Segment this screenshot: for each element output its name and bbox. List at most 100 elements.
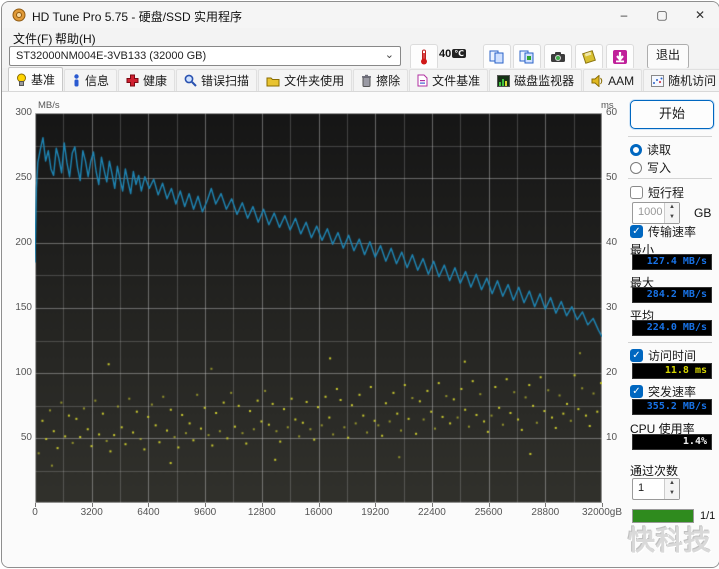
axis-tick-label: 40 [606,237,618,248]
short-stroke-checkbox[interactable] [630,186,643,199]
axis-tick-mark [602,503,603,507]
axis-tick-label: 22400 [417,507,446,518]
tab-benchmark[interactable]: 基准 [8,67,64,91]
stepper-down-icon[interactable]: ▼ [665,213,679,223]
max-value-display: 284.2 MB/s [632,287,712,303]
avg-value-display: 224.0 MB/s [632,320,712,336]
axis-tick-label: 150 [15,302,32,313]
folder-icon [266,77,280,86]
axis-tick-label: 60 [606,107,618,118]
screenshot-button[interactable] [544,44,572,70]
axis-tick-label: 300 [15,107,32,118]
exit-button[interactable]: 退出 [647,44,689,69]
magnifier-icon [184,74,197,87]
gb-unit-label: GB [694,206,712,220]
min-value-display: 127.4 MB/s [632,254,712,270]
burst-rate-checkbox[interactable]: ✓ [630,385,643,398]
axis-tick-mark [35,503,36,507]
tab-disk-monitor[interactable]: 磁盘监视器 [489,69,583,91]
transfer-rate-checkbox[interactable]: ✓ [630,225,643,238]
axis-tick-label: 100 [15,367,32,378]
pass-count-stepper[interactable]: 1 ▲ ▼ [632,478,680,500]
read-radio[interactable] [630,143,642,156]
trash-icon [362,74,372,87]
chevron-down-icon: ⌄ [384,49,394,61]
axis-tick-label: 200 [15,237,32,248]
copy-button[interactable] [483,44,511,70]
tab-file-benchmark[interactable]: 文件基准 [409,69,489,91]
download-icon [613,50,627,64]
stepper-down-icon[interactable]: ▼ [665,489,679,499]
temperature-button[interactable] [410,44,438,70]
cpu-usage-display: 1.4% [632,434,712,450]
thermometer-icon [421,49,427,65]
axis-tick-label: 28800 [531,507,560,518]
short-stroke-size-stepper[interactable]: 1000 ▲ ▼ [632,202,680,224]
camera-icon [551,52,565,62]
axis-tick-label: 20 [606,367,618,378]
stepper-up-icon[interactable]: ▲ [665,203,679,213]
speaker-icon [591,74,603,87]
transfer-rate-label: 传输速率 [648,225,697,239]
start-button[interactable]: 开始 [630,100,714,129]
axis-tick-label: 0 [32,507,38,518]
access-time-display: 11.8 ms [632,363,712,379]
access-time-label: 访问时间 [648,349,697,363]
close-icon[interactable]: ✕ [681,2,719,28]
axis-tick-label: 19200 [361,507,390,518]
copy-image-icon [519,50,534,64]
scatter-chart-icon [651,74,665,87]
tab-health[interactable]: 健康 [118,69,176,91]
minimize-icon[interactable]: – [605,2,643,28]
tab-erase[interactable]: 擦除 [353,69,409,91]
axis-tick-label: 10 [606,432,618,443]
write-label: 写入 [647,161,672,175]
burst-rate-display: 355.2 MB/s [632,399,712,415]
tab-aam[interactable]: AAM [583,69,643,91]
bulb-icon [17,73,26,86]
title-bar[interactable]: HD Tune Pro 5.75 - 硬盘/SSD 实用程序 – ▢ ✕ [2,2,719,28]
copy-image-button[interactable] [513,44,541,70]
read-label: 读取 [647,143,672,157]
access-time-checkbox[interactable]: ✓ [630,349,643,362]
benchmark-chart [35,113,602,503]
axis-tick-label: 25600 [474,507,503,518]
tab-random-access[interactable]: 随机访问 [643,69,719,91]
axis-tick-label: 250 [15,172,32,183]
health-cross-icon [126,74,139,87]
maximize-icon[interactable]: ▢ [643,2,681,28]
axis-tick-mark [261,503,263,507]
tab-strip: 基准 信息 健康 错误扫描 文件夹使用 擦除 文件基准 磁盘监视器 AAM 随机… [2,67,719,92]
tab-folder-usage[interactable]: 文件夹使用 [258,69,353,91]
axis-tick-mark [318,503,320,507]
info-icon [74,74,79,87]
axis-tick-mark [205,503,207,507]
axis-tick-label: 16000 [304,507,333,518]
tab-error-scan[interactable]: 错误扫描 [176,69,258,91]
drive-select[interactable]: ST32000NM004E-3VB133 (32000 GB) ⌄ [9,46,401,66]
left-axis-unit: MB/s [38,100,60,111]
download-button[interactable] [606,44,634,70]
tab-info[interactable]: 信息 [64,69,118,91]
stepper-up-icon[interactable]: ▲ [665,479,679,489]
axis-tick-mark [431,503,433,507]
pass-count-label: 通过次数 [630,464,679,478]
control-panel: 开始 读取 写入 短行程 1000 ▲ ▼ GB ✓ 传输速率 最小 127.4 … [624,92,718,567]
axis-tick-label: 50 [606,172,618,183]
burst-rate-label: 突发速率 [648,385,697,399]
write-radio[interactable] [630,161,642,174]
window-title: HD Tune Pro 5.75 - 硬盘/SSD 实用程序 [32,10,243,24]
toolbar: ST32000NM004E-3VB133 (32000 GB) ⌄ 40 ℃ 退出 [2,44,719,70]
chart-area [35,113,602,503]
short-stroke-label: 短行程 [648,186,685,200]
drive-select-value: ST32000NM004E-3VB133 (32000 GB) [16,50,207,62]
axis-tick-label: 6400 [137,507,160,518]
monitor-chart-icon [497,74,511,87]
axis-tick-label: 9600 [193,507,217,518]
watermark: 快科技 [628,526,712,556]
axis-tick-label: 50 [20,432,32,443]
hd-tune-window: HD Tune Pro 5.75 - 硬盘/SSD 实用程序 – ▢ ✕ 文件(… [1,1,719,568]
save-button[interactable] [575,44,603,70]
save-icon [582,50,596,64]
axis-tick-mark [148,503,150,507]
